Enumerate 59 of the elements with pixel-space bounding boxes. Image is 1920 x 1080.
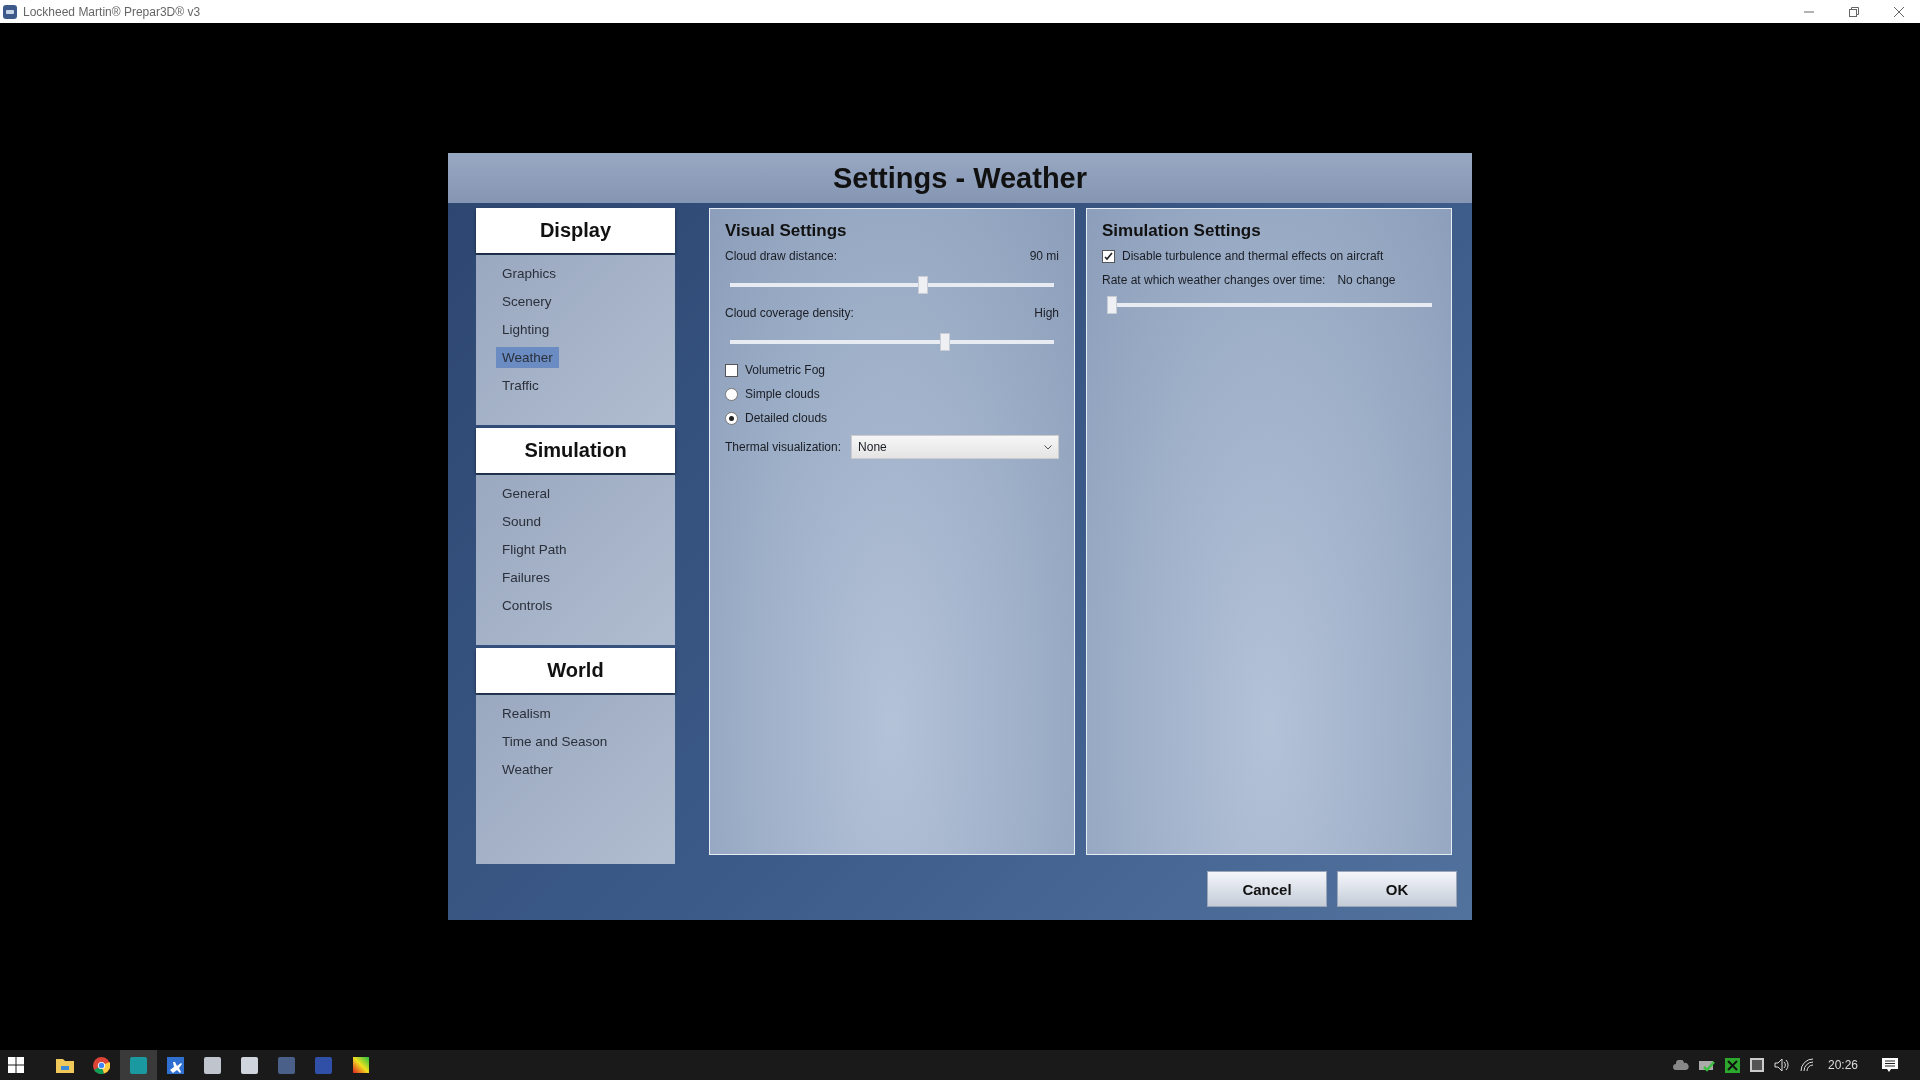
app-icon[interactable] [241, 1056, 258, 1074]
notifications-icon[interactable] [1882, 1057, 1898, 1073]
app-icon[interactable] [204, 1056, 221, 1074]
slider-label: Cloud draw distance: [725, 249, 838, 263]
sidebar-item[interactable]: Sound [496, 511, 548, 532]
sidebar-item[interactable]: Traffic [496, 375, 545, 396]
app-icon [3, 4, 17, 19]
section-heading: World [476, 648, 675, 693]
restore-icon[interactable] [1849, 6, 1859, 17]
slider-label: Rate at which weather changes over time: [1102, 273, 1326, 287]
sidebar-item[interactable]: Realism [496, 703, 557, 724]
thermal-dropdown[interactable]: None [851, 435, 1059, 459]
option-label: Detailed clouds [745, 411, 828, 425]
radio-button[interactable] [725, 387, 738, 401]
cloud-icon[interactable] [1672, 1060, 1689, 1070]
close-icon[interactable] [1894, 6, 1904, 17]
window-title: Lockheed Martin® Prepar3D® v3 [23, 4, 201, 19]
slider-label: Cloud coverage density: [725, 306, 854, 320]
sidebar-item[interactable]: Weather [496, 347, 559, 368]
sidebar-item[interactable]: Time and Season [496, 731, 614, 752]
sidebar-item[interactable]: Graphics [496, 263, 563, 284]
app-icon[interactable] [1749, 1058, 1764, 1072]
ok-button[interactable]: OK [1337, 871, 1457, 907]
chevron-down-icon [1044, 444, 1052, 450]
sidebar-item[interactable]: Lighting [496, 319, 556, 340]
windows-start-icon[interactable] [8, 1057, 24, 1073]
slider-reading: High [1034, 306, 1059, 320]
slider-thumb[interactable] [1107, 296, 1117, 314]
section-heading: Simulation [476, 428, 675, 473]
checkmark-icon [1104, 251, 1113, 261]
sidebar-item[interactable]: Controls [496, 595, 559, 616]
clock[interactable]: 20:26 [1827, 1058, 1858, 1072]
color-gradient-icon[interactable] [352, 1057, 369, 1073]
airplane-icon[interactable] [167, 1056, 184, 1074]
sidebar-item[interactable]: Scenery [496, 291, 558, 312]
browser-icon[interactable] [93, 1056, 110, 1074]
dropdown-label: Thermal visualization: [725, 440, 842, 454]
sidebar-item[interactable]: General [496, 483, 557, 504]
cancel-button[interactable]: Cancel [1207, 871, 1327, 907]
checkbox[interactable] [725, 363, 738, 377]
option-label: Volumetric Fog [745, 363, 826, 377]
wifi-icon[interactable] [1799, 1058, 1814, 1072]
slider-reading: 90 mi [1029, 249, 1059, 263]
panel-heading: Simulation Settings [1102, 221, 1262, 241]
sidebar-item[interactable]: Weather [496, 759, 559, 780]
slider-thumb[interactable] [918, 276, 929, 294]
volume-icon[interactable] [1773, 1058, 1790, 1072]
slider-thumb[interactable] [940, 333, 951, 351]
dialog-title: Settings - Weather [832, 161, 1088, 195]
radio-button[interactable] [725, 411, 738, 425]
sidebar-item[interactable]: Flight Path [496, 539, 573, 560]
section-heading: Display [476, 208, 675, 253]
slider-reading: No change [1337, 273, 1396, 287]
folder-icon[interactable] [55, 1057, 74, 1073]
checkbox[interactable] [1102, 249, 1115, 263]
panel-heading: Visual Settings [725, 221, 848, 241]
sidebar-item[interactable]: Failures [496, 567, 556, 588]
option-label: Disable turbulence and thermal effects on aircraft [1122, 249, 1384, 263]
option-label: Simple clouds [745, 387, 820, 401]
